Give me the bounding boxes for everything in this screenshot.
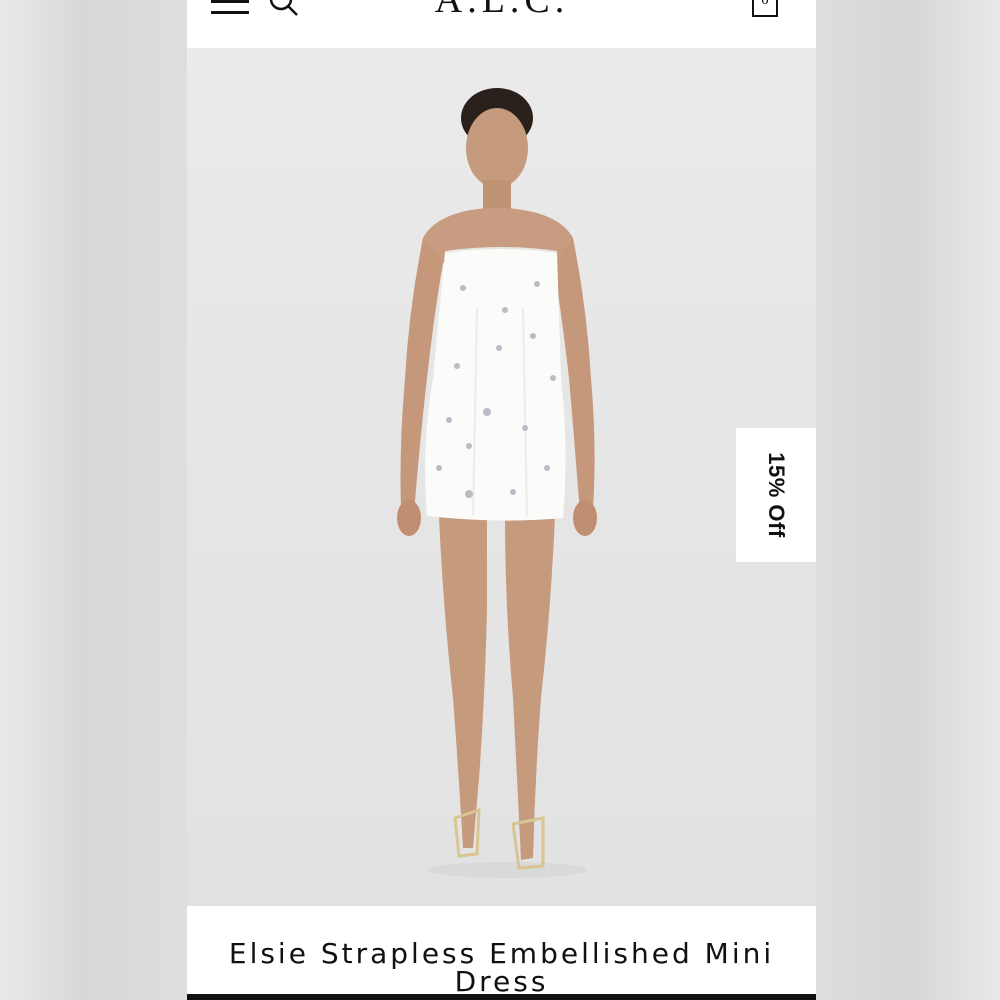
menu-icon[interactable] [211,0,249,18]
search-icon[interactable] [267,0,301,20]
discount-label: 15% Off [764,452,789,538]
shopping-bag-icon[interactable]: 0 [751,0,779,18]
product-info: Elsie Strapless Embellished Mini Dress [187,906,816,1000]
discount-tab[interactable]: 15% Off [736,428,816,562]
bottom-bar [187,994,816,1000]
screenshot-margin-left [0,0,187,1000]
site-header: A.L.C. 0 [187,0,816,48]
mobile-page: A.L.C. 0 15% Off Elsie Strapless Embelli… [187,0,816,1000]
product-image[interactable]: 15% Off [187,48,816,906]
model-illustration [397,88,597,878]
product-title: Elsie Strapless Embellished Mini Dress [228,937,775,998]
brand-logo[interactable]: A.L.C. [387,0,617,22]
cart-count: 0 [761,0,769,8]
screenshot-margin-right [816,0,1000,1000]
